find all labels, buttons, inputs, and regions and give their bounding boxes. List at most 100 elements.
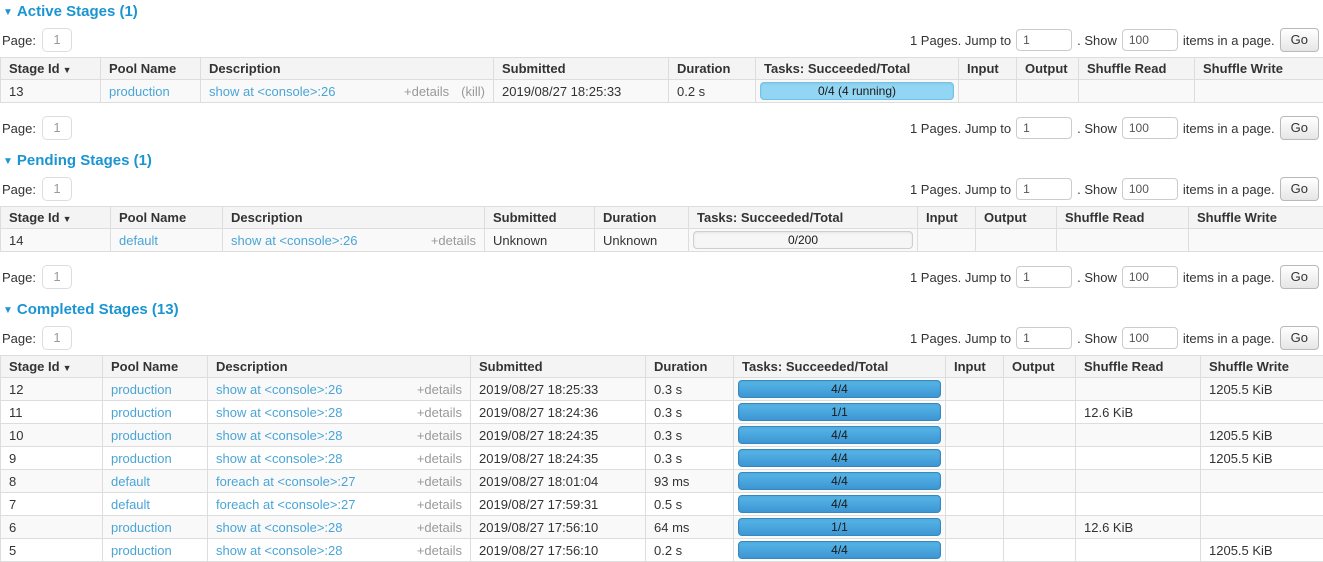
details-toggle[interactable]: +details	[417, 428, 462, 443]
pending-stages-heading[interactable]: ▼Pending Stages (1)	[3, 152, 1323, 169]
col-stage-id[interactable]: Stage Id▼	[1, 207, 111, 229]
page-number-button[interactable]: 1	[42, 177, 72, 201]
description-link[interactable]: show at <console>:28	[216, 451, 342, 466]
col-shuffle-write[interactable]: Shuffle Write	[1195, 58, 1323, 80]
go-button[interactable]: Go	[1280, 265, 1319, 289]
active-stages-heading[interactable]: ▼Active Stages (1)	[3, 3, 1323, 20]
shuffle-read-cell: 12.6 KiB	[1076, 401, 1201, 424]
go-button[interactable]: Go	[1280, 28, 1319, 52]
description-link[interactable]: foreach at <console>:27	[216, 474, 356, 489]
page-number-button[interactable]: 1	[42, 326, 72, 350]
shuffle-read-cell	[1076, 539, 1201, 562]
details-toggle[interactable]: +details	[404, 84, 449, 99]
col-shuffle-write[interactable]: Shuffle Write	[1201, 356, 1323, 378]
pool-name-link[interactable]: production	[111, 451, 172, 466]
col-description[interactable]: Description	[208, 356, 471, 378]
items-per-page-input[interactable]	[1122, 117, 1178, 139]
col-submitted[interactable]: Submitted	[485, 207, 595, 229]
duration-cell: 0.2 s	[646, 539, 734, 562]
pool-name-link[interactable]: production	[111, 405, 172, 420]
pool-name-link[interactable]: production	[111, 382, 172, 397]
page-number-button[interactable]: 1	[42, 28, 72, 52]
description-link[interactable]: show at <console>:26	[209, 84, 335, 99]
submitted-cell: 2019/08/27 18:24:35	[471, 424, 646, 447]
col-shuffle-read[interactable]: Shuffle Read	[1076, 356, 1201, 378]
details-toggle[interactable]: +details	[417, 497, 462, 512]
col-submitted[interactable]: Submitted	[494, 58, 669, 80]
pool-name-link[interactable]: production	[111, 428, 172, 443]
col-output[interactable]: Output	[1004, 356, 1076, 378]
jump-to-page-input[interactable]	[1016, 266, 1072, 288]
col-tasks[interactable]: Tasks: Succeeded/Total	[756, 58, 959, 80]
page-number-button[interactable]: 1	[42, 265, 72, 289]
pool-name-link[interactable]: production	[109, 84, 170, 99]
description-link[interactable]: show at <console>:26	[231, 233, 357, 248]
completed-stages-heading[interactable]: ▼Completed Stages (13)	[3, 301, 1323, 318]
col-duration[interactable]: Duration	[595, 207, 689, 229]
submitted-cell: 2019/08/27 17:59:31	[471, 493, 646, 516]
items-per-page-label: items in a page.	[1183, 121, 1275, 136]
col-tasks[interactable]: Tasks: Succeeded/Total	[689, 207, 918, 229]
show-label: . Show	[1077, 182, 1117, 197]
items-per-page-input[interactable]	[1122, 266, 1178, 288]
tasks-progress-bar: 4/4	[738, 495, 941, 513]
jump-to-page-input[interactable]	[1016, 117, 1072, 139]
col-shuffle-read[interactable]: Shuffle Read	[1057, 207, 1189, 229]
details-toggle[interactable]: +details	[417, 520, 462, 535]
output-cell	[1004, 470, 1076, 493]
col-stage-id[interactable]: Stage Id▼	[1, 58, 101, 80]
col-tasks[interactable]: Tasks: Succeeded/Total	[734, 356, 946, 378]
col-output[interactable]: Output	[976, 207, 1057, 229]
jump-to-page-input[interactable]	[1016, 178, 1072, 200]
details-toggle[interactable]: +details	[417, 474, 462, 489]
col-pool-name[interactable]: Pool Name	[101, 58, 201, 80]
table-header-row: Stage Id▼ Pool Name Description Submitte…	[1, 207, 1323, 229]
details-toggle[interactable]: +details	[417, 405, 462, 420]
description-link[interactable]: show at <console>:28	[216, 405, 342, 420]
col-input[interactable]: Input	[918, 207, 976, 229]
description-link[interactable]: foreach at <console>:27	[216, 497, 356, 512]
details-toggle[interactable]: +details	[417, 382, 462, 397]
description-link[interactable]: show at <console>:26	[216, 382, 342, 397]
tasks-progress-bar: 4/4	[738, 426, 941, 444]
description-link[interactable]: show at <console>:28	[216, 428, 342, 443]
details-toggle[interactable]: +details	[417, 543, 462, 558]
col-stage-id[interactable]: Stage Id▼	[1, 356, 103, 378]
jump-to-page-input[interactable]	[1016, 327, 1072, 349]
details-toggle[interactable]: +details	[431, 233, 476, 248]
col-submitted[interactable]: Submitted	[471, 356, 646, 378]
description-link[interactable]: show at <console>:28	[216, 520, 342, 535]
pool-name-link[interactable]: default	[111, 474, 150, 489]
items-per-page-input[interactable]	[1122, 178, 1178, 200]
jump-to-page-input[interactable]	[1016, 29, 1072, 51]
col-description[interactable]: Description	[201, 58, 494, 80]
shuffle-write-cell: 1205.5 KiB	[1201, 378, 1323, 401]
col-input[interactable]: Input	[959, 58, 1017, 80]
pool-name-link[interactable]: default	[119, 233, 158, 248]
col-duration[interactable]: Duration	[646, 356, 734, 378]
details-toggle[interactable]: +details	[417, 451, 462, 466]
table-header-row: Stage Id▼ Pool Name Description Submitte…	[1, 356, 1323, 378]
pool-name-link[interactable]: default	[111, 497, 150, 512]
col-shuffle-write[interactable]: Shuffle Write	[1189, 207, 1323, 229]
shuffle-write-cell	[1201, 493, 1323, 516]
col-pool-name[interactable]: Pool Name	[111, 207, 223, 229]
col-duration[interactable]: Duration	[669, 58, 756, 80]
col-input[interactable]: Input	[946, 356, 1004, 378]
page-number-button[interactable]: 1	[42, 116, 72, 140]
go-button[interactable]: Go	[1280, 177, 1319, 201]
pool-name-link[interactable]: production	[111, 543, 172, 558]
col-pool-name[interactable]: Pool Name	[103, 356, 208, 378]
col-description[interactable]: Description	[223, 207, 485, 229]
description-link[interactable]: show at <console>:28	[216, 543, 342, 558]
kill-link[interactable]: (kill)	[461, 84, 485, 99]
col-shuffle-read[interactable]: Shuffle Read	[1079, 58, 1195, 80]
go-button[interactable]: Go	[1280, 326, 1319, 350]
duration-cell: 93 ms	[646, 470, 734, 493]
pool-name-link[interactable]: production	[111, 520, 172, 535]
items-per-page-input[interactable]	[1122, 29, 1178, 51]
go-button[interactable]: Go	[1280, 116, 1319, 140]
col-output[interactable]: Output	[1017, 58, 1079, 80]
pages-count-text: 1 Pages. Jump to	[910, 331, 1011, 346]
items-per-page-input[interactable]	[1122, 327, 1178, 349]
